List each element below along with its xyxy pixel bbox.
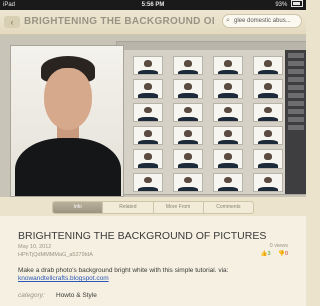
search-value: glee domestic abus... xyxy=(234,18,291,24)
search-icon: ⌕ xyxy=(226,17,230,24)
category-value[interactable]: Howto & Style xyxy=(56,292,97,299)
video-title: BRIGHTENING THE BACKGROUND OF PICTURES xyxy=(18,230,267,242)
thumbnail-grid xyxy=(133,56,283,192)
tab-info[interactable]: Info xyxy=(53,202,103,213)
like-count: 3 xyxy=(267,251,271,257)
upload-date: May 10, 2012 xyxy=(18,244,52,250)
segmented-tabs: Info Related More From Comments xyxy=(52,201,254,214)
clock: 5:56 PM xyxy=(141,2,165,8)
view-count: 0 views xyxy=(269,243,288,249)
rating: 👍3 👎0 xyxy=(261,251,288,257)
search-input[interactable]: ⌕ glee domestic abus... xyxy=(222,14,302,28)
back-button[interactable]: ‹ xyxy=(4,16,20,28)
thumbs-down-icon[interactable]: 👎0 xyxy=(278,251,288,257)
category-label: category: xyxy=(18,292,45,299)
dislike-count: 0 xyxy=(284,251,288,257)
video-info-panel: BRIGHTENING THE BACKGROUND OF PICTURES M… xyxy=(0,216,306,306)
uploader-id[interactable]: HPhTjQdMMMMaG_a5279IdA xyxy=(18,252,93,258)
tab-related[interactable]: Related xyxy=(102,202,152,213)
tool-panel xyxy=(285,50,306,194)
battery-icon xyxy=(291,0,303,7)
tab-comments[interactable]: Comments xyxy=(202,202,253,213)
description-link[interactable]: knowandtellcrafts.blogspot.com xyxy=(18,275,109,282)
battery-indicator: 93% xyxy=(275,0,303,10)
status-bar: iPad 5:56 PM 93% xyxy=(0,0,306,10)
page-title: BRIGHTENING THE BACKGROUND OF PI xyxy=(24,16,214,27)
thumbs-up-icon[interactable]: 👍3 xyxy=(261,251,271,257)
tab-more-from[interactable]: More From xyxy=(152,202,203,213)
app-header: ‹ BRIGHTENING THE BACKGROUND OF PI ⌕ gle… xyxy=(0,10,306,35)
portrait-photo xyxy=(10,45,124,197)
video-player[interactable] xyxy=(0,35,306,197)
video-description: Make a drab photo's background bright wh… xyxy=(18,267,229,274)
battery-percent: 93% xyxy=(275,2,288,8)
video-frame-editor-screenshot xyxy=(116,41,306,195)
